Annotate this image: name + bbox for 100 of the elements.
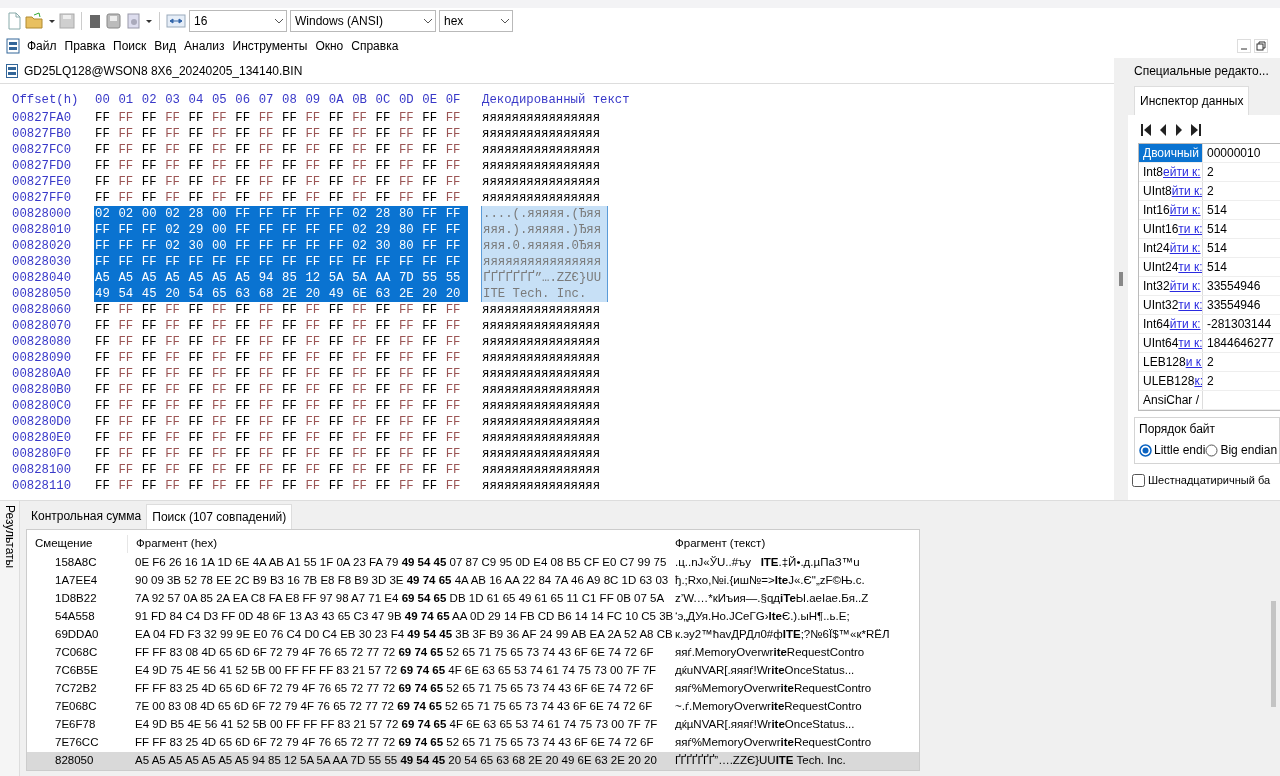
hex-byte-row[interactable]: FF FF FF FF FF FF FF FF FF FF FF FF FF FF FF FF: [94, 318, 468, 334]
display-mode-combo[interactable]: hex: [439, 10, 513, 32]
hex-byte-row[interactable]: FF FF FF FF FF FF FF FF FF FF FF FF FF FF FF FF: [94, 366, 468, 382]
decoded-text[interactable]: яяяяяяяяяяяяяяяя: [481, 366, 608, 382]
menu-item[interactable]: Инструменты: [228, 35, 312, 57]
offset-cell[interactable]: 7E068C: [27, 698, 127, 716]
go-to-link[interactable]: йти к:: [1169, 201, 1201, 219]
go-to-link[interactable]: ейти к:: [1163, 163, 1201, 181]
offset-cell[interactable]: 7E6F78: [27, 716, 127, 734]
decoded-text[interactable]: яяяяяяяяяяяяяяяя: [481, 398, 608, 414]
go-to-link[interactable]: ти к:: [1178, 334, 1202, 352]
previous-icon[interactable]: [1158, 123, 1168, 137]
menu-item[interactable]: Правка: [60, 35, 110, 57]
field-name[interactable]: ULEB128: [1143, 372, 1195, 390]
field-name[interactable]: UInt64: [1143, 334, 1179, 352]
decoded-text[interactable]: яяяяяяяяяяяяяяяя: [481, 478, 608, 494]
decoded-text[interactable]: яяяяяяяяяяяяяяяя: [481, 382, 608, 398]
next-icon[interactable]: [1174, 123, 1184, 137]
splitter-handle[interactable]: [1119, 272, 1123, 286]
last-icon[interactable]: [1190, 123, 1202, 137]
offset-cell[interactable]: 7C72B2: [27, 680, 127, 698]
hex-byte-row[interactable]: FF FF FF FF FF FF FF FF FF FF FF FF FF FF FF FF: [94, 142, 468, 158]
decoded-text[interactable]: яяяяяяяяяяяяяяяя: [481, 174, 608, 190]
hex-byte-row[interactable]: FF FF FF 02 30 00 FF FF FF FF FF 02 30 80 FF FF: [94, 238, 468, 254]
field-name[interactable]: UInt16: [1143, 220, 1179, 238]
decoded-text[interactable]: яяяяяяяяяяяяяяяя: [481, 446, 608, 462]
first-icon[interactable]: [1140, 123, 1152, 137]
decoded-text[interactable]: яяяяяяяяяяяяяяяя: [481, 190, 608, 206]
decoded-text[interactable]: яяяяяяяяяяяяяяяя: [481, 334, 608, 350]
encoding-combo[interactable]: Windows (ANSI): [290, 10, 436, 32]
menu-item[interactable]: Файл: [23, 35, 61, 57]
go-to-link[interactable]: йти к:: [1169, 315, 1201, 333]
field-name[interactable]: UInt8: [1143, 182, 1172, 200]
offset-cell[interactable]: 69DDA0: [27, 626, 127, 644]
hex-byte-row[interactable]: FF FF FF FF FF FF FF FF FF FF FF FF FF FF FF FF: [94, 174, 468, 190]
decoded-text[interactable]: яяяяяяяяяяяяяяяя: [481, 302, 608, 318]
hex-byte-row[interactable]: FF FF FF FF FF FF FF FF FF FF FF FF FF FF FF FF: [94, 254, 468, 270]
block-icon[interactable]: [88, 12, 102, 30]
field-name[interactable]: Int16: [1143, 201, 1170, 219]
go-to-link[interactable]: ти к:: [1178, 258, 1202, 276]
hex-byte-row[interactable]: FF FF FF FF FF FF FF FF FF FF FF FF FF FF FF FF: [94, 414, 468, 430]
go-to-link[interactable]: йти к:: [1169, 277, 1201, 295]
field-name[interactable]: Int32: [1143, 277, 1170, 295]
menu-item[interactable]: Вид: [150, 35, 181, 57]
hex-byte-row[interactable]: 02 02 00 02 28 00 FF FF FF FF FF 02 28 80 FF FF: [94, 206, 468, 222]
offset-cell[interactable]: 1D8B22: [27, 590, 127, 608]
decoded-text[interactable]: яяяяяяяяяяяяяяяя: [481, 110, 608, 126]
decoded-text[interactable]: яяяяяяяяяяяяяяяя: [481, 350, 608, 366]
radio-button[interactable]: [1139, 443, 1152, 457]
results-tab[interactable]: Контрольная сумма: [26, 504, 147, 529]
offset-cell[interactable]: 7E76CC: [27, 734, 127, 752]
restore-icon[interactable]: [1254, 39, 1268, 53]
offset-cell[interactable]: 7C068C: [27, 644, 127, 662]
hex-byte-row[interactable]: FF FF FF 02 29 00 FF FF FF FF FF 02 29 80 FF FF: [94, 222, 468, 238]
hex-byte-row[interactable]: 49 54 45 20 54 65 63 68 2E 20 49 6E 63 2E 20 20: [94, 286, 468, 302]
field-name[interactable]: Int24: [1143, 239, 1170, 257]
width-arrows-icon[interactable]: [166, 12, 186, 30]
inspector-field-name[interactable]: AnsiChar /: [1139, 391, 1203, 409]
hex-byte-row[interactable]: FF FF FF FF FF FF FF FF FF FF FF FF FF FF FF FF: [94, 478, 468, 494]
field-name[interactable]: Int8: [1143, 163, 1163, 181]
bytes-per-row-combo[interactable]: 16: [189, 10, 287, 32]
field-name[interactable]: UInt24: [1143, 258, 1179, 276]
go-to-link[interactable]: йти к:: [1169, 239, 1201, 257]
results-tab[interactable]: Поиск (107 совпадений): [146, 504, 293, 529]
decoded-text[interactable]: яяяяяяяяяяяяяяяя: [481, 126, 608, 142]
decoded-text[interactable]: яяяяяяяяяяяяяяяя: [481, 462, 608, 478]
decoded-text[interactable]: яяяяяяяяяяяяяяяя: [481, 414, 608, 430]
hex-byte-row[interactable]: FF FF FF FF FF FF FF FF FF FF FF FF FF FF FF FF: [94, 334, 468, 350]
field-name[interactable]: LEB128: [1143, 353, 1186, 371]
hex-byte-row[interactable]: FF FF FF FF FF FF FF FF FF FF FF FF FF FF FF FF: [94, 302, 468, 318]
panel-tab[interactable]: Инспектор данных: [1134, 86, 1250, 115]
go-to-link[interactable]: к:: [1194, 372, 1202, 390]
scrollbar-thumb[interactable]: [1271, 601, 1276, 707]
menu-item[interactable]: Окно: [311, 35, 348, 57]
radio-button[interactable]: [1205, 443, 1219, 457]
menu-item[interactable]: Поиск: [109, 35, 151, 57]
decoded-text[interactable]: яяяяяяяяяяяяяяяя: [481, 142, 608, 158]
hex-byte-row[interactable]: FF FF FF FF FF FF FF FF FF FF FF FF FF FF FF FF: [94, 462, 468, 478]
menu-item[interactable]: Справка: [347, 35, 403, 57]
go-to-link[interactable]: йти к:: [1171, 182, 1202, 200]
field-name[interactable]: Int64: [1143, 315, 1170, 333]
inspector-field-name[interactable]: Двоичный: [1139, 144, 1203, 162]
menu-item[interactable]: Анализ: [180, 35, 229, 57]
hex-byte-row[interactable]: FF FF FF FF FF FF FF FF FF FF FF FF FF FF FF FF: [94, 382, 468, 398]
minimize-icon[interactable]: [1237, 39, 1251, 53]
offset-cell[interactable]: 54A558: [27, 608, 127, 626]
decoded-text[interactable]: яяяяяяяяяяяяяяяя: [481, 430, 608, 446]
offset-cell[interactable]: 7C6B5E: [27, 662, 127, 680]
decoded-text[interactable]: яяяяяяяяяяяяяяяя: [481, 158, 608, 174]
decoded-text[interactable]: яяяяяяяяяяяяяяяя: [481, 318, 608, 334]
hex-byte-row[interactable]: FF FF FF FF FF FF FF FF FF FF FF FF FF FF FF FF: [94, 190, 468, 206]
go-to-link[interactable]: ти к:: [1178, 220, 1202, 238]
hex-byte-row[interactable]: FF FF FF FF FF FF FF FF FF FF FF FF FF FF FF FF: [94, 110, 468, 126]
hex-byte-row[interactable]: FF FF FF FF FF FF FF FF FF FF FF FF FF FF FF FF: [94, 398, 468, 414]
hex-byte-row[interactable]: FF FF FF FF FF FF FF FF FF FF FF FF FF FF FF FF: [94, 158, 468, 174]
offset-cell[interactable]: 158A8C: [27, 554, 127, 572]
checkbox[interactable]: [1132, 473, 1145, 487]
hex-byte-row[interactable]: FF FF FF FF FF FF FF FF FF FF FF FF FF FF FF FF: [94, 126, 468, 142]
hex-byte-row[interactable]: FF FF FF FF FF FF FF FF FF FF FF FF FF FF FF FF: [94, 446, 468, 462]
hex-byte-row[interactable]: A5 A5 A5 A5 A5 A5 A5 94 85 12 5A 5A AA 7D 55 55: [94, 270, 468, 286]
